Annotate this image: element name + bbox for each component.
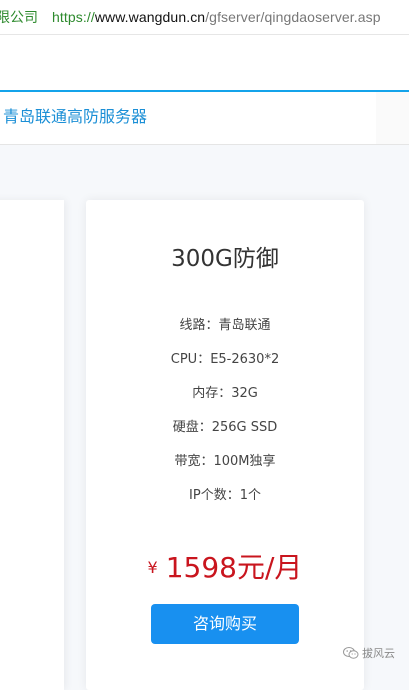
browser-address-bar[interactable]: 限公司 https://www.wangdun.cn/gfserver/qing…	[0, 0, 409, 35]
currency-symbol: ¥	[147, 558, 158, 577]
url-text[interactable]: https://www.wangdun.cn/gfserver/qingdaos…	[52, 0, 381, 34]
spec-list: 线路：青岛联通 CPU：E5-2630*2 内存：32G 硬盘：256G SSD…	[86, 316, 364, 520]
spec-line: 线路：青岛联通	[179, 318, 271, 333]
spec-ip-count: IP个数：1个	[189, 488, 261, 503]
consult-buy-button[interactable]: 咨询购买	[151, 604, 299, 644]
price: ¥1598元/月	[86, 546, 364, 586]
category-tab-bar: 青岛联通高防服务器	[0, 90, 409, 145]
spec-bandwidth: 带宽：100M独享	[174, 454, 276, 469]
url-prefix-text: 限公司	[0, 9, 38, 25]
url-host: www.wangdun.cn	[94, 9, 206, 25]
product-card: 300G防御 线路：青岛联通 CPU：E5-2630*2 内存：32G 硬盘：2…	[86, 200, 364, 690]
tab-next[interactable]	[376, 92, 409, 144]
url-path: /gfserver/qingdaoserver.asp	[205, 9, 381, 25]
product-title: 300G防御	[171, 246, 279, 272]
page-header-strip	[0, 35, 409, 91]
url-scheme: https://	[52, 9, 95, 25]
tab-qingdao-unicom[interactable]: 青岛联通高防服务器	[0, 92, 378, 144]
wechat-icon	[343, 647, 359, 659]
watermark-text: 拔风云	[362, 647, 395, 660]
spec-cpu: CPU：E5-2630*2	[170, 352, 280, 367]
watermark: 拔风云	[343, 645, 395, 661]
spec-disk: 硬盘：256G SSD	[172, 420, 278, 435]
spec-memory: 内存：32G	[192, 386, 258, 401]
price-value: 1598元/月	[165, 551, 303, 584]
product-card-previous	[0, 200, 64, 690]
